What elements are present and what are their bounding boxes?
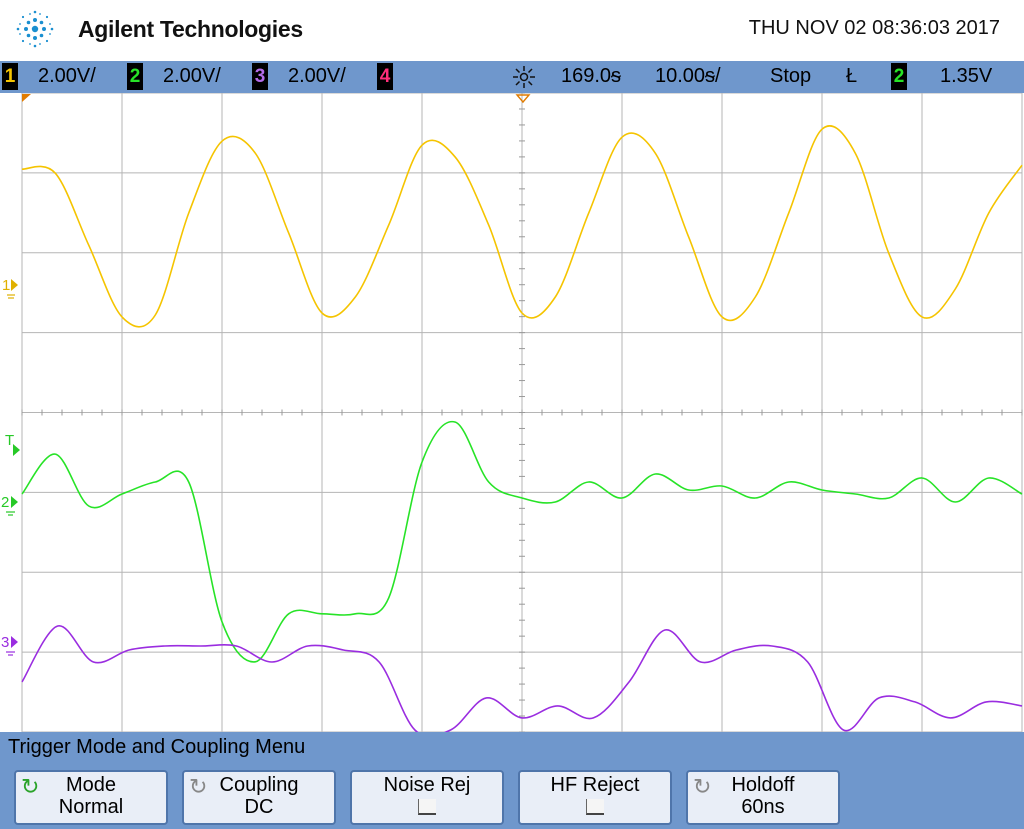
channel-3-scale: 2.00V/ — [288, 65, 346, 87]
hf-reject-checkbox[interactable] — [586, 799, 604, 815]
channel-3-marker-label: 3 — [1, 634, 9, 651]
coupling-value: DC — [244, 796, 274, 818]
graticule — [21, 93, 1023, 732]
delay-marker-top-icon — [515, 94, 531, 104]
channel-1-marker-label: 1 — [2, 277, 10, 294]
waveform-display[interactable]: 1 T 2 3 — [0, 93, 1024, 732]
agilent-spark-logo-icon — [16, 10, 54, 48]
hf-reject-label: HF Reject — [550, 774, 640, 796]
run-state: Stop — [770, 65, 812, 87]
trigger-edge-icon: Ł — [846, 65, 858, 87]
brand-name: Agilent Technologies — [78, 16, 303, 42]
noise-rej-softkey[interactable]: Noise Rej — [350, 770, 504, 825]
header: Agilent Technologies THU NOV 02 08:36:03… — [0, 0, 1024, 61]
cycle-icon: ↻ — [693, 774, 712, 799]
trigger-source-badge: 2 — [891, 63, 907, 90]
trigger-level-marker: T — [5, 432, 20, 456]
channel-2-badge[interactable]: 2 — [127, 63, 143, 90]
cycle-icon: ↻ — [189, 774, 208, 799]
trigger-level[interactable]: 1.35V — [940, 65, 992, 88]
channel-3-ground-marker: 3 — [1, 634, 18, 656]
channel-3-badge[interactable]: 3 — [252, 63, 268, 90]
channel-1-badge[interactable]: 1 — [2, 63, 18, 90]
horizontal-delay[interactable]: 169.0ᵴ — [561, 65, 621, 88]
coupling-softkey[interactable]: ↻ Coupling DC — [182, 770, 336, 825]
channel-1-scale: 2.00V/ — [38, 65, 96, 87]
mode-softkey[interactable]: ↻ Mode Normal — [14, 770, 168, 825]
softkey-bar: ↻ Mode Normal ↻ Coupling DC Noise Rej HF… — [0, 763, 1024, 829]
status-bar: 1 2.00V/ 2 2.00V/ 3 2.00V/ 4 169.0ᵴ 10.0… — [0, 61, 1024, 93]
mode-value: Normal — [58, 796, 124, 818]
date-time: THU NOV 02 08:36:03 2017 — [748, 17, 1000, 39]
channel-4-badge[interactable]: 4 — [377, 63, 393, 90]
channel-2-scale: 2.00V/ — [163, 65, 221, 87]
channel-2-ground-marker: 2 — [1, 494, 18, 516]
timebase[interactable]: 10.00ᵴ/ — [655, 65, 721, 88]
left-edge-marker-icon — [22, 94, 31, 102]
holdoff-softkey[interactable]: ↻ Holdoff 60ns — [686, 770, 840, 825]
noise-rej-checkbox[interactable] — [418, 799, 436, 815]
menu-title: Trigger Mode and Coupling Menu — [0, 732, 1024, 763]
holdoff-value: 60ns — [741, 796, 785, 818]
channel-1-ground-marker: 1 — [2, 277, 18, 299]
waveform-plot: 1 T 2 3 — [1, 93, 1023, 732]
sun-icon — [513, 66, 535, 88]
trigger-marker-label: T — [5, 432, 14, 449]
cycle-icon: ↻ — [21, 774, 40, 799]
channel-2-marker-label: 2 — [1, 494, 9, 511]
noise-rej-label: Noise Rej — [383, 774, 471, 796]
hf-reject-softkey[interactable]: HF Reject — [518, 770, 672, 825]
